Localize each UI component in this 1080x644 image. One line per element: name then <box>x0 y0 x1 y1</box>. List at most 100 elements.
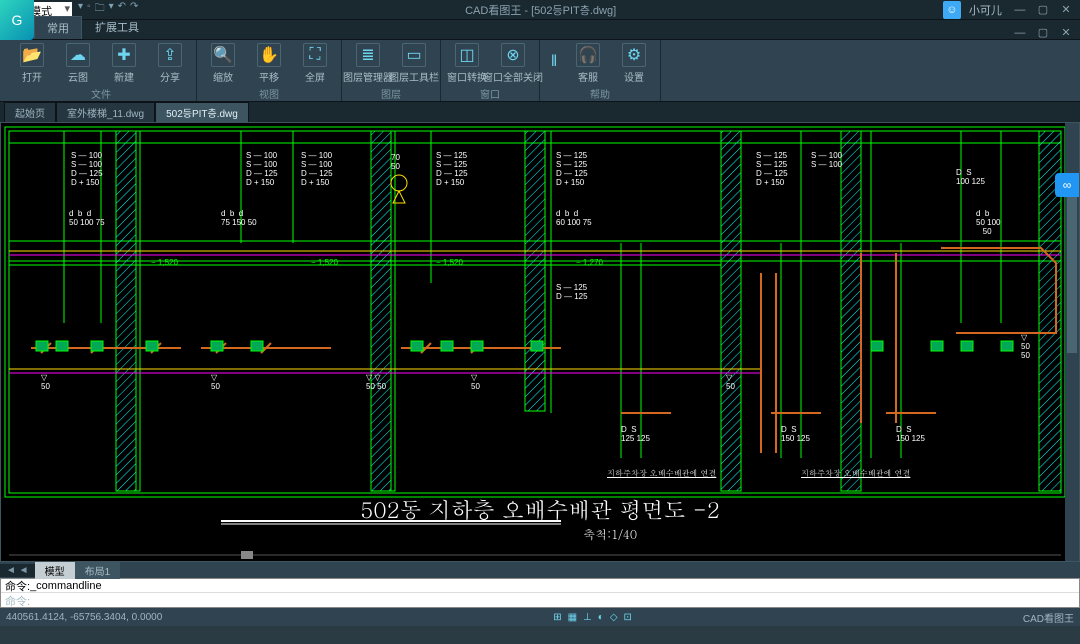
ribbon-group-帮助: ‖🎧客服⚙设置帮助 <box>540 40 661 101</box>
ribbon-tabs: 常用 扩展工具 — ▢ ✕ <box>0 20 1080 40</box>
cloud-icon: ☁ <box>66 43 90 67</box>
status-toggles[interactable]: ⊞▦ ⊥◐ ◇⊡ <box>553 612 632 623</box>
dimension-label: S — 125 S — 125 D — 125 D + 150 <box>556 151 588 187</box>
snap-icon: ⊞ <box>553 612 561 623</box>
pan-button[interactable]: ✋平移 <box>247 40 291 86</box>
doc-max-button[interactable]: ▢ <box>1033 26 1053 39</box>
tab-ext-tools[interactable]: 扩展工具 <box>82 15 152 39</box>
dimension-label: S — 125 D — 125 <box>556 283 588 301</box>
dimension-label: S — 125 S — 125 D — 125 D + 150 <box>756 151 788 187</box>
green-dimension: − 1,520 <box>151 258 178 267</box>
dimension-label: S — 100 S — 100 D — 125 D + 150 <box>71 151 103 187</box>
window-title: CAD看图王 - [502등PIT층.dwg] <box>138 2 942 18</box>
support-icon: 🎧 <box>576 43 600 67</box>
ribbon-group-文件: 📂打开☁云图✚新建⇪分享文件 <box>6 40 197 101</box>
coordinates: 440561.4124, -65756.3404, 0.0000 <box>6 612 162 623</box>
pipe-note-2: 지하주차장 오배수배관에 연결 <box>801 468 910 479</box>
ribbon-group-图层: ≣图层管理器▭图层工具栏图层 <box>342 40 441 101</box>
pipe-note-1: 지하주차장 오배수배관에 연결 <box>607 468 716 479</box>
full-icon: ⛶ <box>303 43 327 67</box>
doc-tab[interactable]: 起始页 <box>4 102 56 123</box>
tab-model[interactable]: 模型 <box>35 562 75 579</box>
layertb-icon: ▭ <box>402 43 426 67</box>
green-dimension: − 1,520 <box>436 258 463 267</box>
dimension-label: 70 50 <box>391 153 400 171</box>
layermgr-icon: ≣ <box>356 43 380 67</box>
command-input[interactable] <box>30 594 1075 607</box>
zoom-icon: 🔍 <box>211 43 235 67</box>
command-area: 命令:_commandline 命令: <box>0 578 1080 608</box>
drawing-scale: 축척:1/40 <box>583 526 637 543</box>
dimension-label: ▽ 50 <box>471 373 480 391</box>
cloud-button[interactable]: ☁云图 <box>56 40 100 86</box>
doc-min-button[interactable]: — <box>1010 27 1030 39</box>
dimension-label: S — 100 S — 100 <box>811 151 842 169</box>
doc-close-button[interactable]: ✕ <box>1056 26 1076 39</box>
dimension-label: D S 100 125 <box>956 168 985 186</box>
dimension-label: ▽ 50 <box>211 373 220 391</box>
dimension-label: D S 150 125 <box>896 425 925 443</box>
support-button[interactable]: 🎧客服 <box>566 40 610 86</box>
dimension-label: ▽ 50 50 <box>1021 333 1030 360</box>
new-button[interactable]: ✚新建 <box>102 40 146 86</box>
drawing-canvas[interactable]: 502동 지하층 오배수배관 평면도 -2 축척:1/40 지하주차장 오배수배… <box>0 122 1080 562</box>
dimension-label: D S 125 125 <box>621 425 650 443</box>
open-button[interactable]: 📂打开 <box>10 40 54 86</box>
dimension-label: S — 100 S — 100 D — 125 D + 150 <box>246 151 278 187</box>
full-button[interactable]: ⛶全屏 <box>293 40 337 86</box>
user-name[interactable]: 小可儿 <box>969 2 1002 18</box>
dimension-label: d b d 75 150 50 <box>221 209 257 227</box>
app-logo-icon[interactable]: G <box>0 0 34 40</box>
share-button[interactable]: ⇪分享 <box>148 40 192 86</box>
model-space-tabs: ◄ ◄ 模型 布局1 <box>0 562 1080 578</box>
share-icon: ⇪ <box>158 43 182 67</box>
ribbon-group-视图: 🔍缩放✋平移⛶全屏视图 <box>197 40 342 101</box>
settings-icon: ⚙ <box>622 43 646 67</box>
green-dimension: − 1,520 <box>311 258 338 267</box>
maximize-button[interactable]: ▢ <box>1033 3 1053 16</box>
layermgr-button[interactable]: ≣图层管理器 <box>346 40 390 86</box>
tab-common[interactable]: 常用 <box>34 16 82 39</box>
ortho-icon: ⊥ <box>583 612 592 623</box>
status-app: CAD看图王 <box>1023 610 1074 625</box>
green-dimension: − 1,270 <box>576 258 603 267</box>
title-bar: 编辑模式 ▾◦🗀▾↶↷ CAD看图王 - [502등PIT층.dwg] ☺ 小可… <box>0 0 1080 20</box>
pausebtns-button[interactable]: ‖ <box>544 40 564 86</box>
otrack-icon: ⊡ <box>624 612 632 623</box>
doc-window-controls: — ▢ ✕ <box>1010 26 1080 39</box>
zoom-button[interactable]: 🔍缩放 <box>201 40 245 86</box>
ribbon-toolbar: 📂打开☁云图✚新建⇪分享文件🔍缩放✋平移⛶全屏视图≣图层管理器▭图层工具栏图层◫… <box>0 40 1080 102</box>
new-icon: ✚ <box>112 43 136 67</box>
command-history-line: 命令:_commandline <box>1 579 1079 593</box>
side-panel-toggle[interactable]: ∞ <box>1055 173 1079 197</box>
close-button[interactable]: ✕ <box>1056 3 1076 16</box>
winclose-icon: ⊗ <box>501 43 525 67</box>
dimension-label: S — 125 S — 125 D — 125 D + 150 <box>436 151 468 187</box>
pan-icon: ✋ <box>257 43 281 67</box>
dimension-label: S — 100 S — 100 D — 125 D + 150 <box>301 151 333 187</box>
pausebtns-icon: ‖ <box>542 50 566 74</box>
drawing-title: 502동 지하층 오배수배관 평면도 -2 <box>360 494 719 525</box>
polar-icon: ◐ <box>598 612 604 623</box>
status-bar: 440561.4124, -65756.3404, 0.0000 ⊞▦ ⊥◐ ◇… <box>0 608 1080 626</box>
tab-paper1[interactable]: 布局1 <box>75 562 121 579</box>
winswitch-icon: ◫ <box>455 43 479 67</box>
winclose-button[interactable]: ⊗窗口全部关闭 <box>491 40 535 86</box>
grid-icon: ▦ <box>568 612 577 623</box>
settings-button[interactable]: ⚙设置 <box>612 40 656 86</box>
ribbon-group-窗口: ◫窗口转换⊗窗口全部关闭窗口 <box>441 40 540 101</box>
dimension-label: d b 50 100 50 <box>976 209 1000 236</box>
command-prompt: 命令: <box>5 593 30 609</box>
tab-scroll-left[interactable]: ◄ ◄ <box>0 564 35 577</box>
dimension-label: d b d 60 100 75 <box>556 209 592 227</box>
dimension-label: d b d 50 100 75 <box>69 209 105 227</box>
layertb-button[interactable]: ▭图层工具栏 <box>392 40 436 86</box>
dimension-label: D S 150 125 <box>781 425 810 443</box>
user-avatar-icon[interactable]: ☺ <box>943 1 961 19</box>
doc-tab[interactable]: 室外楼梯_11.dwg <box>56 102 155 123</box>
minimize-button[interactable]: — <box>1010 4 1030 16</box>
window-controls: — ▢ ✕ <box>1010 3 1076 16</box>
dimension-label: ▽ 50 <box>41 373 50 391</box>
doc-tab[interactable]: 502등PIT층.dwg <box>155 102 249 123</box>
dimension-label: ▽ ▽ 50 50 <box>366 373 386 391</box>
